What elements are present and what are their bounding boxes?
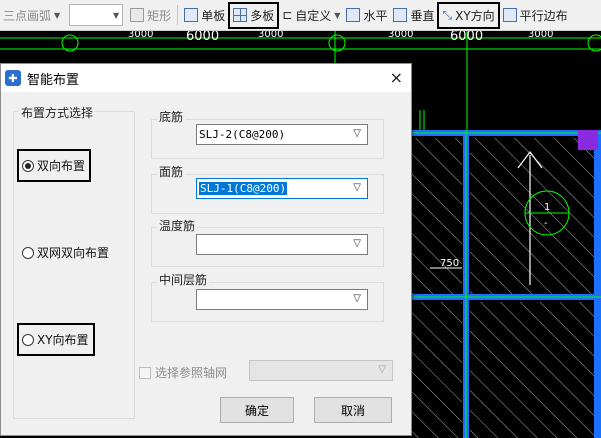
slab-region	[470, 302, 594, 438]
app-logo-icon: ✚	[5, 70, 21, 86]
chevron-down-icon: ▼	[54, 10, 61, 20]
vertical-label: 垂直	[410, 8, 435, 23]
parallel-edge-icon	[502, 8, 517, 22]
vertical-button[interactable]: 垂直	[390, 3, 437, 27]
dim-label: 6000	[186, 31, 219, 44]
chevron-down-icon: ▽	[353, 293, 361, 304]
radio-double-net[interactable]: 双网双向布置	[22, 244, 109, 261]
parallel-edge-button[interactable]: 平行边布	[500, 3, 571, 27]
temp-rebar-select[interactable]: ▽	[196, 234, 368, 255]
custom-button[interactable]: ⊏ 自定义 ▼	[279, 3, 343, 27]
multi-board-label: 多板	[250, 8, 275, 23]
chevron-down-icon: ▼	[113, 10, 120, 20]
dialog-titlebar[interactable]: ✚ 智能布置 ×	[1, 64, 411, 92]
ref-axis-checkbox[interactable]: 选择参照轴网	[139, 364, 227, 381]
arc-tool[interactable]: 三点画弧 ▼	[0, 3, 63, 27]
slab-region	[412, 138, 462, 294]
smart-layout-dialog: ✚ 智能布置 × 布置方式选择 双向布置 双网双向布置 XY向布置 底筋 SLJ…	[0, 63, 412, 436]
radio-dot	[22, 333, 34, 346]
rect-label: 矩形	[147, 8, 172, 23]
chevron-down-icon: ▼	[334, 10, 341, 20]
cancel-button[interactable]: 取消	[314, 397, 392, 423]
radio-label: XY向布置	[37, 333, 89, 347]
radio-dot	[22, 246, 34, 259]
bottom-rebar-value: SLJ-2(C8@200)	[199, 128, 286, 141]
dim-label: 3000	[128, 31, 153, 40]
xy-direction-label: XY方向	[455, 8, 495, 23]
ref-axis-label: 选择参照轴网	[155, 366, 228, 380]
checkbox-box	[139, 366, 151, 379]
toolbar: 三点画弧 ▼ ▼ 矩形 单板 多板 ⊏ 自定义 ▼ 水平 垂直 ⤡ XY方向 平…	[0, 0, 601, 31]
middle-rebar-label: 中间层筋	[157, 271, 210, 288]
bubble-text: -	[544, 218, 548, 229]
vertical-icon	[393, 8, 408, 22]
top-rebar-select[interactable]: SLJ-1(C8@200) ▽	[196, 178, 368, 199]
chevron-down-icon: ▽	[353, 238, 361, 249]
rectangle-icon	[130, 8, 145, 22]
radio-bidirectional[interactable]: 双向布置	[17, 149, 92, 182]
close-icon[interactable]: ×	[390, 68, 403, 87]
multi-board-button[interactable]: 多板	[228, 1, 280, 29]
chevron-down-icon: ▽	[378, 364, 386, 375]
ok-button[interactable]: 确定	[220, 397, 294, 423]
horizontal-icon	[346, 8, 361, 22]
top-rebar-value: SLJ-1(C8@200)	[199, 182, 288, 195]
custom-icon: ⊏	[282, 8, 293, 22]
beam	[594, 130, 601, 438]
chevron-down-icon: ▽	[353, 128, 361, 139]
middle-rebar-select[interactable]: ▽	[196, 289, 368, 310]
layout-mode-group-label: 布置方式选择	[19, 104, 96, 121]
dim-label: 6000	[450, 31, 483, 44]
single-board-icon	[184, 8, 199, 22]
horizontal-label: 水平	[363, 8, 388, 23]
parallel-edge-label: 平行边布	[519, 8, 568, 23]
dim-label: 3000	[388, 31, 413, 40]
dim-label: 3000	[258, 31, 283, 40]
ref-axis-select[interactable]: ▽	[249, 360, 393, 381]
toolbar-divider	[177, 5, 179, 25]
xy-direction-button[interactable]: ⤡ XY方向	[437, 1, 500, 29]
column-marker	[578, 130, 598, 150]
dialog-title: 智能布置	[27, 72, 80, 88]
slab-region	[470, 138, 594, 294]
radio-label: 双网双向布置	[37, 246, 110, 260]
top-rebar-label: 面筋	[157, 163, 186, 180]
custom-label: 自定义	[295, 8, 332, 23]
radio-label: 双向布置	[37, 159, 86, 173]
arc-label: 三点画弧	[3, 8, 52, 23]
radio-xy-direction[interactable]: XY向布置	[17, 323, 95, 356]
rect-tool[interactable]: 矩形	[127, 3, 174, 27]
slab-region	[412, 302, 462, 438]
xy-direction-icon: ⤡	[442, 7, 453, 22]
horizontal-button[interactable]: 水平	[343, 3, 390, 27]
bubble-number: 1	[544, 202, 550, 213]
radio-dot	[22, 159, 34, 172]
chevron-down-icon: ▽	[353, 182, 361, 193]
bottom-rebar-label: 底筋	[157, 108, 186, 125]
single-board-label: 单板	[201, 8, 226, 23]
temp-rebar-label: 温度筋	[157, 217, 198, 234]
dim-750-label: 750	[440, 258, 459, 269]
multi-board-icon	[233, 8, 248, 22]
bottom-rebar-select[interactable]: SLJ-2(C8@200) ▽	[196, 124, 368, 145]
toolbar-combo[interactable]: ▼	[69, 4, 124, 26]
single-board-button[interactable]: 单板	[181, 3, 228, 27]
dim-label: 3000	[528, 31, 553, 40]
